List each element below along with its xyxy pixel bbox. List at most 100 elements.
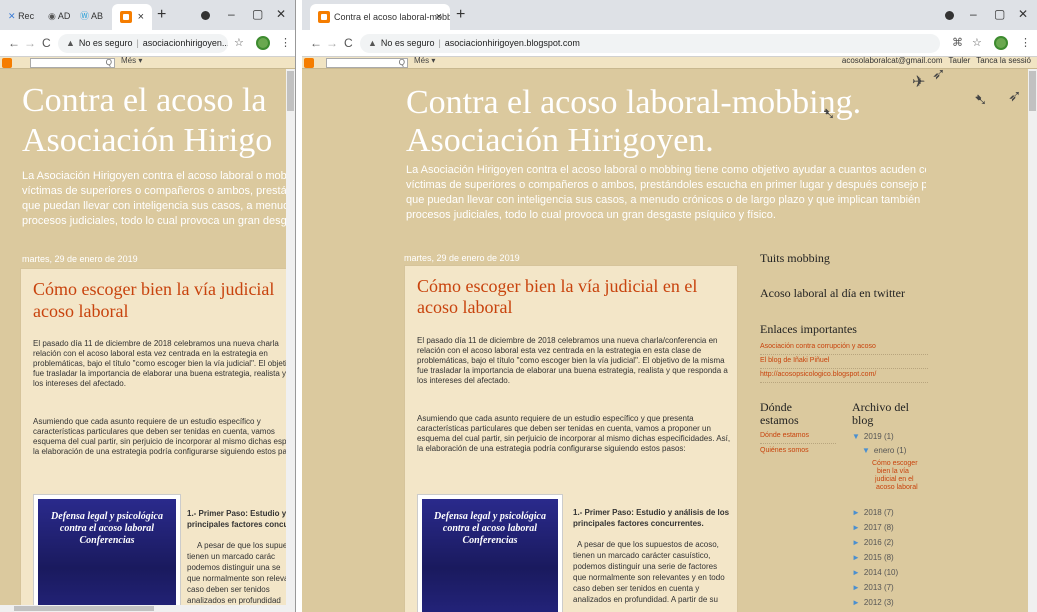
collapsed-icon: ►	[852, 568, 860, 577]
conference-poster[interactable]: Defensa legal y psicológica contra el ac…	[33, 494, 181, 612]
tab-label: AD	[57, 11, 71, 21]
archive-year[interactable]: ► 2015 (8)	[852, 553, 894, 562]
sidebar-link[interactable]: Quiénes somos	[760, 447, 809, 454]
collapsed-icon: ►	[852, 523, 860, 532]
sidebar-link[interactable]: El blog de Iñaki Piñuel	[760, 357, 829, 364]
divider	[760, 382, 928, 383]
sidebar-link[interactable]: Dónde estamos	[760, 432, 809, 439]
archive-year-2019[interactable]: ▼ 2019 (1)	[852, 432, 894, 441]
new-tab-button[interactable]: +	[157, 5, 166, 25]
toolbar: ← → C ▲ No es seguro | asociacionhirigoyen.…	[0, 30, 295, 57]
archive-label: 2012 (3)	[863, 598, 894, 607]
blog-title[interactable]: Contra el acoso la	[22, 82, 267, 120]
horizontal-scrollbar[interactable]	[0, 605, 286, 612]
archive-post-link[interactable]: Cómo escoger	[872, 460, 918, 467]
minimize-button[interactable]: –	[228, 4, 235, 24]
sign-out-link[interactable]: Tanca la sessió	[976, 56, 1031, 65]
post-title[interactable]: Cómo escoger bien la vía judicial	[33, 279, 274, 300]
new-tab-button[interactable]: +	[456, 5, 465, 25]
star-icon[interactable]: ☆	[234, 35, 244, 51]
tab-ad[interactable]: ◉ AD	[48, 9, 70, 23]
collapsed-icon: ►	[852, 598, 860, 607]
reload-icon[interactable]: C	[42, 35, 51, 51]
bird-icon: ✈	[912, 74, 926, 91]
minimize-button[interactable]: –	[970, 4, 977, 24]
archive-year[interactable]: ► 2013 (7)	[852, 583, 894, 592]
more-menu[interactable]: Més ▾	[121, 56, 142, 65]
blogger-icon[interactable]	[2, 58, 12, 68]
forward-icon[interactable]: →	[24, 35, 36, 51]
sidebar-link[interactable]: Asociación contra corrupción y acoso	[760, 343, 876, 350]
archive-month-enero[interactable]: ▼ enero (1)	[862, 446, 906, 455]
step-text: tienen un marcado carácter casuístico,	[573, 551, 711, 560]
conference-poster[interactable]: Defensa legal y psicológica contra el ac…	[417, 494, 563, 612]
avatar[interactable]	[256, 36, 270, 50]
tab-rec[interactable]: ✕ Rec	[8, 9, 34, 23]
forward-icon[interactable]: →	[326, 35, 338, 51]
url-text: asociacionhirigoyen...	[142, 38, 228, 48]
archive-post-link[interactable]: bien la vía	[877, 468, 909, 475]
post-paragraph: fue trasladar la importancia de elaborar…	[417, 366, 728, 375]
blog-title-line2[interactable]: Asociación Hirigo	[22, 122, 272, 160]
collapsed-icon: ►	[852, 508, 860, 517]
archive-post-link[interactable]: judicial en el	[875, 476, 914, 483]
account-email: acosolaboralcat@gmail.com	[841, 56, 943, 65]
profile-dot-icon[interactable]	[945, 11, 954, 20]
blog-title-line2[interactable]: Asociación Hirigoyen.	[406, 122, 714, 160]
archive-year[interactable]: ► 2017 (8)	[852, 523, 894, 532]
scroll-thumb[interactable]	[1029, 71, 1036, 111]
vertical-scrollbar[interactable]	[286, 69, 295, 612]
post-title-line2[interactable]: acoso laboral	[417, 297, 512, 318]
extension-icon[interactable]: ⌘	[952, 35, 963, 51]
reload-icon[interactable]: C	[344, 35, 353, 51]
tab-active[interactable]: ×	[112, 4, 152, 30]
back-icon[interactable]: ←	[8, 35, 20, 51]
star-icon[interactable]: ☆	[972, 35, 982, 51]
maximize-button[interactable]: ▢	[994, 4, 1005, 24]
search-icon[interactable]: Q	[106, 58, 112, 67]
archive-year[interactable]: ► 2016 (2)	[852, 538, 894, 547]
search-input[interactable]: Q	[326, 58, 408, 68]
close-window-button[interactable]: ✕	[276, 4, 286, 24]
warning-icon: ▲	[368, 38, 377, 48]
address-bar[interactable]: ▲ No es seguro | asociacionhirigoyen.blogsp…	[360, 34, 940, 53]
scroll-thumb[interactable]	[14, 606, 154, 611]
more-menu[interactable]: Més ▾	[414, 56, 435, 65]
blog-description: que puedan llevar con inteligencia sus c…	[22, 200, 287, 212]
blog-title[interactable]: Contra el acoso laboral-mobbing.	[406, 84, 861, 122]
step-title: 1.- Primer Paso: Estudio y	[187, 509, 287, 518]
menu-icon[interactable]: ⋮	[1020, 35, 1031, 51]
close-tab-icon[interactable]: ×	[138, 4, 144, 30]
profile-dot-icon[interactable]	[201, 11, 210, 20]
archive-year[interactable]: ► 2018 (7)	[852, 508, 894, 517]
search-input[interactable]: Q	[30, 58, 115, 68]
vertical-scrollbar[interactable]	[1028, 69, 1037, 612]
maximize-button[interactable]: ▢	[252, 4, 263, 24]
avatar[interactable]	[994, 36, 1008, 50]
close-window-button[interactable]: ✕	[1018, 4, 1028, 24]
address-bar[interactable]: ▲ No es seguro | asociacionhirigoyen...	[58, 34, 228, 53]
step-text: A pesar de que los supue	[197, 541, 288, 550]
archive-year[interactable]: ► 2012 (3)	[852, 598, 894, 607]
step-text: podemos distinguir una serie de factores	[573, 562, 718, 571]
close-tab-icon[interactable]: ×	[436, 4, 442, 30]
post-title[interactable]: Cómo escoger bien la vía judicial en el	[417, 276, 697, 297]
divider	[760, 354, 928, 355]
search-icon[interactable]: Q	[399, 58, 405, 67]
scroll-thumb[interactable]	[287, 71, 294, 111]
blogger-icon[interactable]	[304, 58, 314, 68]
back-icon[interactable]: ←	[310, 35, 322, 51]
archive-label: 2019 (1)	[863, 432, 894, 441]
browser-window-left: ✕ Rec ◉ AD Ⓦ AB × + – ▢ ✕ ← → C ▲ No es s…	[0, 0, 296, 612]
post-title-line2[interactable]: acoso laboral	[33, 301, 128, 322]
menu-icon[interactable]: ⋮	[280, 35, 291, 51]
sidebar-link[interactable]: http://acosopsicologico.blogspot.com/	[760, 371, 876, 378]
tab-strip: ✕ Rec ◉ AD Ⓦ AB × + – ▢ ✕	[0, 0, 295, 30]
tab-ab[interactable]: Ⓦ AB	[80, 9, 103, 23]
archive-year[interactable]: ► 2014 (10)	[852, 568, 898, 577]
archive-post-link[interactable]: acoso laboral	[876, 484, 918, 491]
poster-heading: contra el acoso laboral	[59, 523, 155, 534]
dashboard-link[interactable]: Tauler	[949, 56, 971, 65]
tab-active[interactable]: Contra el acoso laboral-mobbing×	[310, 4, 450, 30]
step-title: principales factores concu	[187, 520, 289, 529]
